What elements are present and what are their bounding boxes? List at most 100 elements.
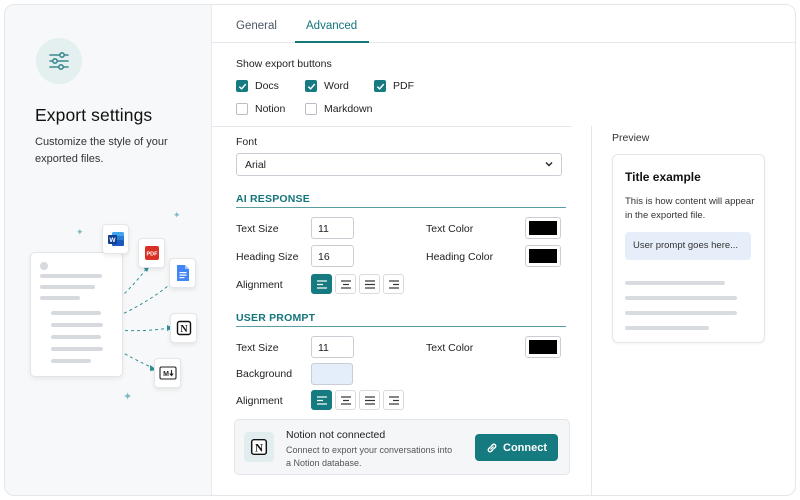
align-justify-button[interactable] <box>359 274 380 294</box>
checkbox-pdf[interactable]: PDF <box>374 80 414 92</box>
svg-text:M: M <box>163 371 169 378</box>
up-text-color-label: Text Color <box>426 342 474 354</box>
sliders-icon <box>36 38 82 84</box>
notion-icon: N <box>170 313 197 343</box>
color-swatch <box>529 221 557 235</box>
up-alignment-label: Alignment <box>236 395 283 407</box>
ai-response-divider <box>236 207 566 208</box>
up-text-color-picker[interactable] <box>525 336 561 358</box>
document-line <box>51 335 101 339</box>
align-justify-icon <box>364 279 375 289</box>
ai-text-color-picker[interactable] <box>525 217 561 239</box>
check-icon <box>305 80 317 92</box>
align-justify-button[interactable] <box>359 390 380 410</box>
word-icon: W <box>102 224 129 254</box>
up-text-size-label: Text Size <box>236 342 279 354</box>
pdf-icon: PDF <box>138 238 165 268</box>
tab-advanced[interactable]: Advanced <box>306 20 357 32</box>
checkbox-word-label: Word <box>324 80 349 92</box>
preview-user-prompt: User prompt goes here... <box>625 232 751 260</box>
user-prompt-heading: USER PROMPT <box>236 312 316 324</box>
checkbox-pdf-label: PDF <box>393 80 414 92</box>
checkbox-notion-label: Notion <box>255 103 286 115</box>
checkbox-word[interactable]: Word <box>305 80 349 92</box>
connect-button[interactable]: Connect <box>475 434 558 461</box>
preview-placeholder-line <box>625 326 709 330</box>
document-line <box>51 347 103 351</box>
align-left-icon <box>316 279 327 289</box>
check-icon <box>374 80 386 92</box>
checkbox-empty <box>236 103 248 115</box>
notion-status-description: Connect to export your conversations int… <box>286 445 453 468</box>
ai-response-heading: AI RESPONSE <box>236 193 310 205</box>
align-center-button[interactable] <box>335 274 356 294</box>
ai-heading-color-label: Heading Color <box>426 251 494 263</box>
preview-label: Preview <box>612 132 650 144</box>
checkbox-notion[interactable]: Notion <box>236 103 285 115</box>
preview-placeholder-line <box>625 281 725 285</box>
preview-divider <box>591 126 592 495</box>
sparkle-icon: ✦ <box>76 227 84 237</box>
notion-status-title: Notion not connected <box>286 429 386 441</box>
checkbox-empty <box>305 103 317 115</box>
active-tab-indicator <box>295 41 369 43</box>
svg-text:W: W <box>109 237 116 244</box>
align-center-icon <box>340 279 351 289</box>
sparkle-icon: ✦ <box>123 391 133 403</box>
up-background-color-picker[interactable] <box>311 363 353 385</box>
svg-text:N: N <box>255 443 263 455</box>
document-line <box>40 274 102 278</box>
color-swatch <box>529 340 557 354</box>
document-line <box>51 311 101 315</box>
checkbox-docs-label: Docs <box>255 80 279 92</box>
align-left-button[interactable] <box>311 390 332 410</box>
up-background-label: Background <box>236 368 293 380</box>
sparkle-icon: ✦ <box>173 210 181 220</box>
document-dot <box>40 262 48 270</box>
align-justify-icon <box>364 395 375 405</box>
document-line <box>40 296 80 300</box>
export-illustration: ✦ ✦ ✦ W PDF N M <box>5 200 212 420</box>
left-panel: Export settings Customize the style of y… <box>5 5 212 495</box>
tab-general[interactable]: General <box>236 20 277 32</box>
document-line <box>40 285 95 289</box>
connect-button-label: Connect <box>503 441 547 454</box>
notion-icon: N <box>244 432 274 462</box>
ai-text-size-label: Text Size <box>236 223 279 235</box>
user-prompt-divider <box>236 326 566 327</box>
export-settings-window: Export settings Customize the style of y… <box>4 4 796 496</box>
color-swatch <box>529 249 557 263</box>
align-left-button[interactable] <box>311 274 332 294</box>
ai-text-size-input[interactable]: 11 <box>311 217 354 239</box>
font-select[interactable]: Arial <box>236 153 562 176</box>
page-title: Export settings <box>35 105 153 125</box>
ai-heading-size-label: Heading Size <box>236 251 299 263</box>
align-right-button[interactable] <box>383 274 404 294</box>
font-select-value: Arial <box>245 159 267 171</box>
align-right-icon <box>388 279 399 289</box>
preview-card: Title example This is how content will a… <box>612 154 765 343</box>
document-line <box>51 359 91 363</box>
checkbox-docs[interactable]: Docs <box>236 80 279 92</box>
font-label: Font <box>236 136 258 148</box>
checkbox-markdown-label: Markdown <box>324 103 373 115</box>
align-right-button[interactable] <box>383 390 404 410</box>
preview-title: Title example <box>625 170 701 184</box>
align-right-icon <box>388 395 399 405</box>
ai-alignment-label: Alignment <box>236 279 283 291</box>
up-text-size-input[interactable]: 11 <box>311 336 354 358</box>
notion-connect-card: N Notion not connected Connect to export… <box>234 419 570 475</box>
ai-heading-color-picker[interactable] <box>525 245 561 267</box>
chevron-down-icon <box>544 159 554 172</box>
link-icon <box>487 443 497 452</box>
page-description: Customize the style of your exported fil… <box>35 136 168 165</box>
google-docs-icon <box>169 258 196 288</box>
ai-heading-size-input[interactable]: 16 <box>311 245 354 267</box>
section-divider <box>212 126 572 127</box>
align-center-button[interactable] <box>335 390 356 410</box>
up-alignment-group <box>311 390 404 410</box>
svg-text:N: N <box>180 324 188 335</box>
check-icon <box>236 80 248 92</box>
checkbox-markdown[interactable]: Markdown <box>305 103 372 115</box>
align-center-icon <box>340 395 351 405</box>
